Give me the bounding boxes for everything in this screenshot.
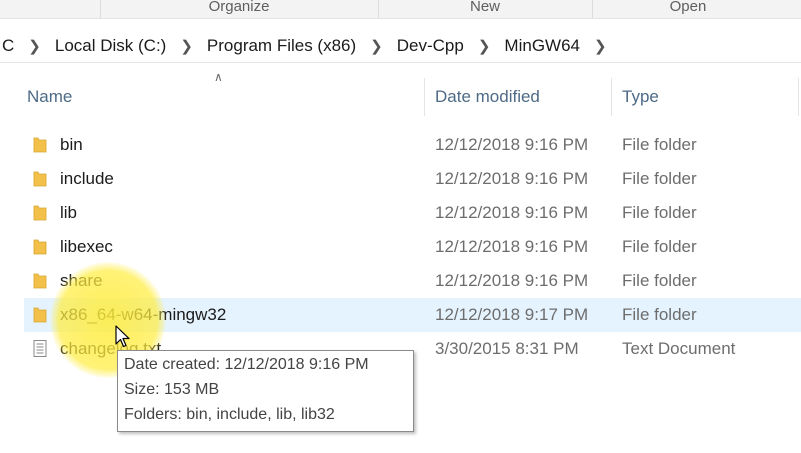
- ribbon-group-organize[interactable]: Organize: [100, 0, 377, 18]
- breadcrumb-item[interactable]: MinGW64: [502, 36, 582, 56]
- tooltip-date-created: Date created: 12/12/2018 9:16 PM: [124, 356, 369, 373]
- breadcrumb-item[interactable]: Local Disk (C:): [53, 36, 168, 56]
- file-type: Text Document: [622, 339, 736, 358]
- column-divider[interactable]: [424, 78, 425, 116]
- file-date-modified: 12/12/2018 9:16 PM: [435, 169, 589, 188]
- chevron-right-icon[interactable]: ❯: [466, 37, 503, 55]
- folder-icon: [33, 205, 47, 221]
- column-header-name[interactable]: Name: [27, 78, 72, 116]
- column-divider[interactable]: [611, 78, 612, 116]
- file-date-modified: 12/12/2018 9:16 PM: [435, 203, 589, 222]
- address-bar[interactable]: C ❯ Local Disk (C:) ❯ Program Files (x86…: [0, 30, 801, 63]
- tooltip-size: Size: 153 MB: [124, 381, 220, 398]
- breadcrumb: C ❯ Local Disk (C:) ❯ Program Files (x86…: [0, 30, 619, 62]
- file-name: lib: [60, 203, 78, 222]
- file-name: bin: [60, 135, 83, 154]
- file-date-modified: 3/30/2015 8:31 PM: [435, 339, 579, 358]
- file-row[interactable]: include 12/12/2018 9:16 PM File folder: [24, 162, 801, 196]
- folder-icon: [33, 307, 47, 323]
- file-row[interactable]: lib 12/12/2018 9:16 PM File folder: [24, 196, 801, 230]
- file-row[interactable]: libexec 12/12/2018 9:16 PM File folder: [24, 230, 801, 264]
- file-type: File folder: [622, 135, 697, 154]
- file-row[interactable]: bin 12/12/2018 9:16 PM File folder: [24, 128, 801, 162]
- folder-icon: [33, 273, 47, 289]
- breadcrumb-item[interactable]: Program Files (x86): [205, 36, 358, 56]
- tooltip: Date created: 12/12/2018 9:16 PM Size: 1…: [117, 350, 414, 432]
- column-headers: Name Date modified Type: [0, 78, 801, 116]
- column-header-date[interactable]: Date modified: [435, 78, 540, 116]
- file-type: File folder: [622, 237, 697, 256]
- file-type: File folder: [622, 271, 697, 290]
- file-date-modified: 12/12/2018 9:16 PM: [435, 135, 589, 154]
- file-type: File folder: [622, 305, 697, 324]
- breadcrumb-item[interactable]: Dev-Cpp: [395, 36, 466, 56]
- chevron-right-icon[interactable]: ❯: [168, 37, 205, 55]
- folder-icon: [33, 171, 47, 187]
- tooltip-folders: Folders: bin, include, lib, lib32: [124, 406, 335, 423]
- file-type: File folder: [622, 169, 697, 188]
- file-type: File folder: [622, 203, 697, 222]
- ribbon: Organize New Open: [0, 0, 801, 19]
- file-date-modified: 12/12/2018 9:16 PM: [435, 271, 589, 290]
- file-date-modified: 12/12/2018 9:17 PM: [435, 305, 589, 324]
- ribbon-group-open[interactable]: Open: [592, 0, 783, 18]
- breadcrumb-item[interactable]: C: [0, 36, 16, 56]
- file-name: include: [60, 169, 114, 188]
- chevron-right-icon[interactable]: ❯: [358, 37, 395, 55]
- chevron-right-icon[interactable]: ❯: [16, 37, 53, 55]
- ribbon-group-new[interactable]: New: [378, 0, 591, 18]
- folder-icon: [33, 239, 47, 255]
- file-date-modified: 12/12/2018 9:16 PM: [435, 237, 589, 256]
- file-name: libexec: [60, 237, 113, 256]
- text-file-icon: [33, 340, 47, 357]
- column-header-type[interactable]: Type: [622, 78, 659, 116]
- folder-icon: [33, 137, 47, 153]
- chevron-right-icon[interactable]: ❯: [582, 37, 619, 55]
- mouse-pointer-icon: [115, 325, 130, 348]
- column-divider[interactable]: [798, 78, 799, 116]
